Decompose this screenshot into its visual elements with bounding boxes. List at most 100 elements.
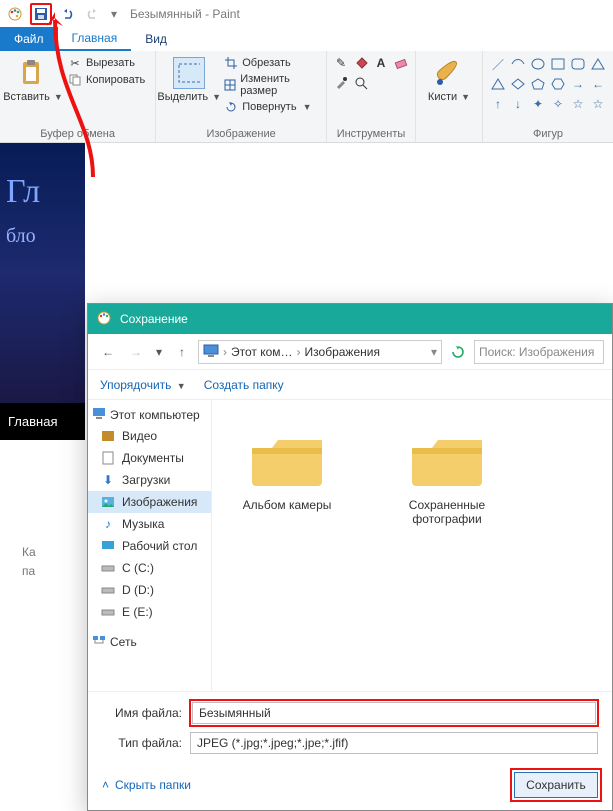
nav-back-button[interactable]: ←: [96, 340, 120, 364]
pencil-tool[interactable]: ✎: [333, 55, 349, 71]
tab-view[interactable]: Вид: [131, 27, 181, 51]
qat-redo-button[interactable]: [82, 3, 104, 25]
new-folder-button[interactable]: Создать папку: [204, 378, 284, 392]
save-icon: [33, 6, 49, 22]
qat-undo-button[interactable]: [56, 3, 78, 25]
filetype-select[interactable]: JPEG (*.jpg;*.jpeg;*.jpe;*.jfif): [190, 732, 598, 754]
undo-icon: [59, 6, 75, 22]
tree-music[interactable]: ♪Музыка: [88, 513, 211, 535]
eraser-tool[interactable]: [393, 55, 409, 71]
filetype-label: Тип файла:: [102, 736, 182, 750]
folder-icon: [407, 430, 487, 490]
cut-icon: ✂: [68, 56, 82, 70]
dialog-titlebar[interactable]: Сохранение: [88, 304, 612, 334]
tree-documents[interactable]: Документы: [88, 447, 211, 469]
dialog-toolbar: Упорядочить ▼ Создать папку: [88, 370, 612, 400]
pc-icon: [92, 407, 106, 422]
filename-input[interactable]: Безымянный: [192, 702, 596, 724]
titlebar: ▾ Безымянный - Paint: [0, 0, 613, 27]
tree-network[interactable]: Сеть: [88, 631, 211, 652]
nav-tree[interactable]: Этот компьютер Видео Документы ⬇Загрузки…: [88, 400, 212, 691]
rotate-button[interactable]: Повернуть▼: [220, 99, 320, 115]
crop-icon: [224, 56, 238, 70]
music-icon: ♪: [100, 516, 116, 532]
select-icon: [173, 57, 205, 89]
refresh-icon: [451, 345, 465, 359]
folder-saved-pictures[interactable]: Сохраненные фотографии: [392, 430, 502, 526]
resize-button[interactable]: Изменить размер: [220, 72, 320, 98]
crop-button[interactable]: Обрезать: [220, 55, 320, 71]
tree-downloads[interactable]: ⬇Загрузки: [88, 469, 211, 491]
picker-tool[interactable]: [333, 75, 349, 91]
ribbon-group-brushes: Кисти▼: [416, 51, 483, 142]
qat-save-button[interactable]: [30, 3, 52, 25]
cut-button[interactable]: ✂Вырезать: [64, 55, 149, 71]
brush-icon: [433, 57, 465, 89]
refresh-button[interactable]: [446, 340, 470, 364]
magnifier-tool[interactable]: [353, 75, 369, 91]
filename-label: Имя файла:: [102, 706, 182, 720]
group-label-tools: Инструменты: [337, 128, 406, 140]
ribbon-group-clipboard: Вставить▼ ✂Вырезать Копировать Буфер обм…: [0, 51, 156, 142]
folder-content[interactable]: Альбом камеры Сохраненные фотографии: [212, 400, 612, 691]
downloads-icon: ⬇: [100, 472, 116, 488]
ribbon: Вставить▼ ✂Вырезать Копировать Буфер обм…: [0, 51, 613, 143]
organize-button[interactable]: Упорядочить ▼: [100, 378, 186, 392]
drive-icon: [100, 560, 116, 576]
nav-up-button[interactable]: ↑: [170, 340, 194, 364]
dialog-title: Сохранение: [120, 312, 188, 326]
shapes-gallery[interactable]: ／ → ← ↑ ↓ ✦ ✧ ☆ ☆: [489, 55, 607, 113]
hide-folders-button[interactable]: ˄ Скрыть папки: [102, 778, 191, 792]
dialog-footer: ˄ Скрыть папки Сохранить: [88, 764, 612, 810]
canvas-image[interactable]: Гл бло: [0, 143, 85, 403]
resize-icon: [224, 78, 236, 92]
brushes-button[interactable]: Кисти▼: [422, 55, 476, 105]
ribbon-group-shapes: ／ → ← ↑ ↓ ✦ ✧ ☆ ☆ Фигур: [483, 51, 613, 142]
tree-this-pc[interactable]: Этот компьютер: [88, 404, 211, 425]
copy-icon: [68, 73, 82, 87]
tab-home[interactable]: Главная: [58, 27, 132, 51]
dialog-fields: Имя файла: Безымянный Тип файла: JPEG (*…: [88, 691, 612, 764]
nav-recent-button[interactable]: ▾: [152, 340, 166, 364]
text-tool[interactable]: A: [373, 55, 389, 71]
folder-icon: [247, 430, 327, 490]
qat-customize-button[interactable]: ▾: [108, 3, 120, 25]
video-icon: [100, 428, 116, 444]
group-label-image: Изображение: [206, 128, 275, 140]
chevron-up-icon: ˄: [102, 778, 109, 792]
tree-drive-c[interactable]: C (C:): [88, 557, 211, 579]
network-icon: [92, 634, 106, 649]
paint-logo-icon: [4, 3, 26, 25]
group-label-clipboard: Буфер обмена: [40, 128, 115, 140]
drive-icon: [100, 582, 116, 598]
save-button[interactable]: Сохранить: [514, 772, 598, 798]
pc-icon: [203, 344, 219, 360]
tree-drive-e[interactable]: E (E:): [88, 601, 211, 623]
tree-videos[interactable]: Видео: [88, 425, 211, 447]
folder-camera-roll[interactable]: Альбом камеры: [232, 430, 342, 512]
ribbon-tabs: Файл Главная Вид: [0, 27, 613, 51]
tab-file[interactable]: Файл: [0, 27, 58, 51]
paint-logo-icon: [96, 310, 112, 329]
canvas-below-text: Ка па: [22, 543, 36, 581]
fill-tool[interactable]: [353, 55, 369, 71]
window-title: Безымянный - Paint: [130, 7, 240, 21]
copy-button[interactable]: Копировать: [64, 72, 149, 88]
paste-button[interactable]: Вставить▼: [6, 55, 60, 105]
redo-icon: [85, 6, 101, 22]
dialog-navbar: ← → ▾ ↑ › Этот ком… › Изображения ▾ Поис…: [88, 334, 612, 370]
drive-icon: [100, 604, 116, 620]
search-input[interactable]: Поиск: Изображения: [474, 340, 604, 364]
group-label-shapes: Фигур: [533, 128, 563, 140]
desktop-icon: [100, 538, 116, 554]
canvas-image-nav: Главная: [0, 403, 85, 440]
tree-pictures[interactable]: Изображения: [88, 491, 211, 513]
nav-forward-button[interactable]: →: [124, 340, 148, 364]
breadcrumb[interactable]: › Этот ком… › Изображения ▾: [198, 340, 442, 364]
tree-drive-d[interactable]: D (D:): [88, 579, 211, 601]
ribbon-group-image: Выделить▼ Обрезать Изменить размер Повер…: [156, 51, 327, 142]
tree-desktop[interactable]: Рабочий стол: [88, 535, 211, 557]
save-dialog: Сохранение ← → ▾ ↑ › Этот ком… › Изображ…: [87, 303, 613, 811]
pictures-icon: [100, 494, 116, 510]
select-button[interactable]: Выделить▼: [162, 55, 216, 105]
